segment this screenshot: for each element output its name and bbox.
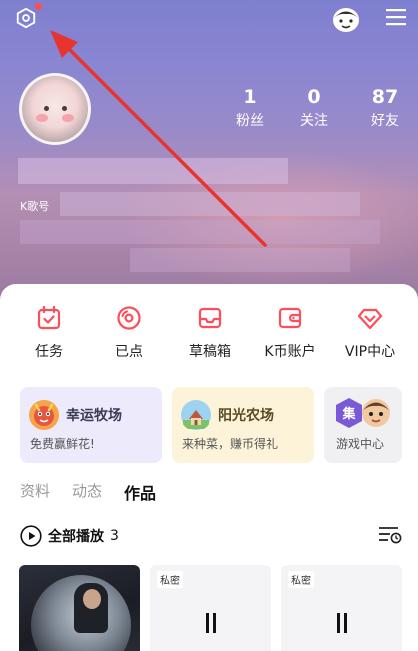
private-tag: 私密 bbox=[157, 571, 183, 588]
tab-feed[interactable]: 动态 bbox=[72, 480, 102, 501]
profile-header: K歌号 1 粉丝 0 关注 87 好友 bbox=[0, 0, 418, 300]
stat-value: 87 bbox=[371, 86, 399, 108]
quick-action-label: 草稿箱 bbox=[189, 344, 231, 360]
card-subtitle: 免费赢鲜花! bbox=[30, 437, 95, 451]
farm-house-icon bbox=[181, 400, 211, 430]
play-circle-icon bbox=[20, 525, 42, 547]
avatar-cheek bbox=[36, 114, 48, 122]
quick-action-label: K币账户 bbox=[264, 344, 316, 360]
profile-content-sheet: 任务 已点 草稿箱 K币账户 VIP中心 幸运牧场 免费赢鲜花! 阳光农场 来种… bbox=[0, 284, 418, 651]
tab-works[interactable]: 作品 bbox=[124, 480, 156, 504]
blurred-nickname bbox=[18, 158, 288, 184]
stat-label: 关注 bbox=[300, 113, 328, 129]
menu-button[interactable] bbox=[384, 6, 408, 28]
top-bar bbox=[0, 0, 418, 40]
pause-icon bbox=[337, 613, 347, 633]
stat-friends[interactable]: 87 好友 bbox=[357, 86, 413, 132]
diamond-icon bbox=[357, 308, 383, 330]
avatar-eye bbox=[44, 106, 49, 111]
blurred-info-3 bbox=[130, 248, 350, 272]
work-tile[interactable] bbox=[19, 565, 140, 651]
blurred-info-2 bbox=[20, 220, 380, 244]
profile-stats: 1 粉丝 0 关注 87 好友 bbox=[230, 86, 410, 134]
game-character-icon bbox=[362, 399, 390, 427]
blurred-info-1 bbox=[60, 192, 360, 216]
avatar-cheek bbox=[62, 114, 74, 122]
mascot-face-icon bbox=[333, 8, 359, 32]
pause-icon bbox=[206, 613, 216, 633]
inbox-icon bbox=[198, 307, 222, 329]
mascot-button[interactable] bbox=[330, 4, 362, 34]
play-all-button[interactable]: 全部播放 3 bbox=[20, 524, 119, 548]
collect-badge-text: 集 bbox=[341, 406, 356, 422]
hamburger-menu-icon bbox=[386, 9, 406, 26]
card-title: 幸运牧场 bbox=[66, 408, 122, 424]
quick-action-label: VIP中心 bbox=[344, 344, 396, 360]
cover-face bbox=[83, 589, 101, 609]
stat-following[interactable]: 0 关注 bbox=[286, 86, 342, 132]
calendar-check-icon bbox=[37, 305, 61, 330]
sort-button[interactable] bbox=[378, 524, 402, 546]
avatar-eye bbox=[62, 106, 67, 111]
stat-value: 1 bbox=[243, 86, 257, 108]
k-id-label: K歌号 bbox=[20, 200, 50, 213]
stat-value: 0 bbox=[307, 86, 321, 108]
quick-action-vip[interactable]: VIP中心 bbox=[330, 304, 410, 361]
card-subtitle: 来种菜，赚币得礼 bbox=[182, 437, 279, 451]
wallet-icon bbox=[278, 307, 302, 329]
card-subtitle: 游戏中心 bbox=[336, 437, 385, 451]
quick-action-drafts[interactable]: 草稿箱 bbox=[170, 304, 250, 361]
private-tag: 私密 bbox=[288, 571, 314, 588]
quick-action-requested[interactable]: 已点 bbox=[89, 304, 169, 361]
works-grid: 私密 私密 bbox=[19, 565, 411, 651]
settings-hexagon-icon bbox=[16, 7, 36, 29]
quick-actions-row: 任务 已点 草稿箱 K币账户 VIP中心 bbox=[0, 304, 418, 364]
stat-fans[interactable]: 1 粉丝 bbox=[222, 86, 278, 132]
play-all-label: 全部播放 bbox=[48, 529, 104, 545]
card-lucky-ranch[interactable]: 幸运牧场 免费赢鲜花! bbox=[20, 387, 162, 463]
notification-dot bbox=[35, 3, 42, 10]
disc-icon bbox=[117, 306, 141, 330]
card-game-center[interactable]: 集 游戏中心 bbox=[324, 387, 402, 463]
dragon-mascot-icon bbox=[29, 400, 59, 430]
tab-profile-info[interactable]: 资料 bbox=[20, 480, 50, 501]
card-title: 阳光农场 bbox=[218, 408, 274, 424]
quick-action-label: 已点 bbox=[115, 344, 143, 360]
sort-list-icon bbox=[379, 527, 402, 544]
game-cards-row: 幸运牧场 免费赢鲜花! 阳光农场 来种菜，赚币得礼 集 游戏中心 bbox=[20, 387, 410, 463]
quick-action-kcoin[interactable]: K币账户 bbox=[250, 304, 330, 361]
quick-action-tasks[interactable]: 任务 bbox=[9, 304, 89, 361]
play-all-count: 3 bbox=[110, 528, 119, 544]
stat-label: 粉丝 bbox=[236, 113, 264, 129]
quick-action-label: 任务 bbox=[35, 344, 63, 360]
card-sunny-farm[interactable]: 阳光农场 来种菜，赚币得礼 bbox=[172, 387, 314, 463]
stat-label: 好友 bbox=[371, 113, 399, 129]
work-tile[interactable]: 私密 bbox=[281, 565, 402, 651]
avatar[interactable] bbox=[19, 73, 91, 145]
work-tile[interactable]: 私密 bbox=[150, 565, 271, 651]
